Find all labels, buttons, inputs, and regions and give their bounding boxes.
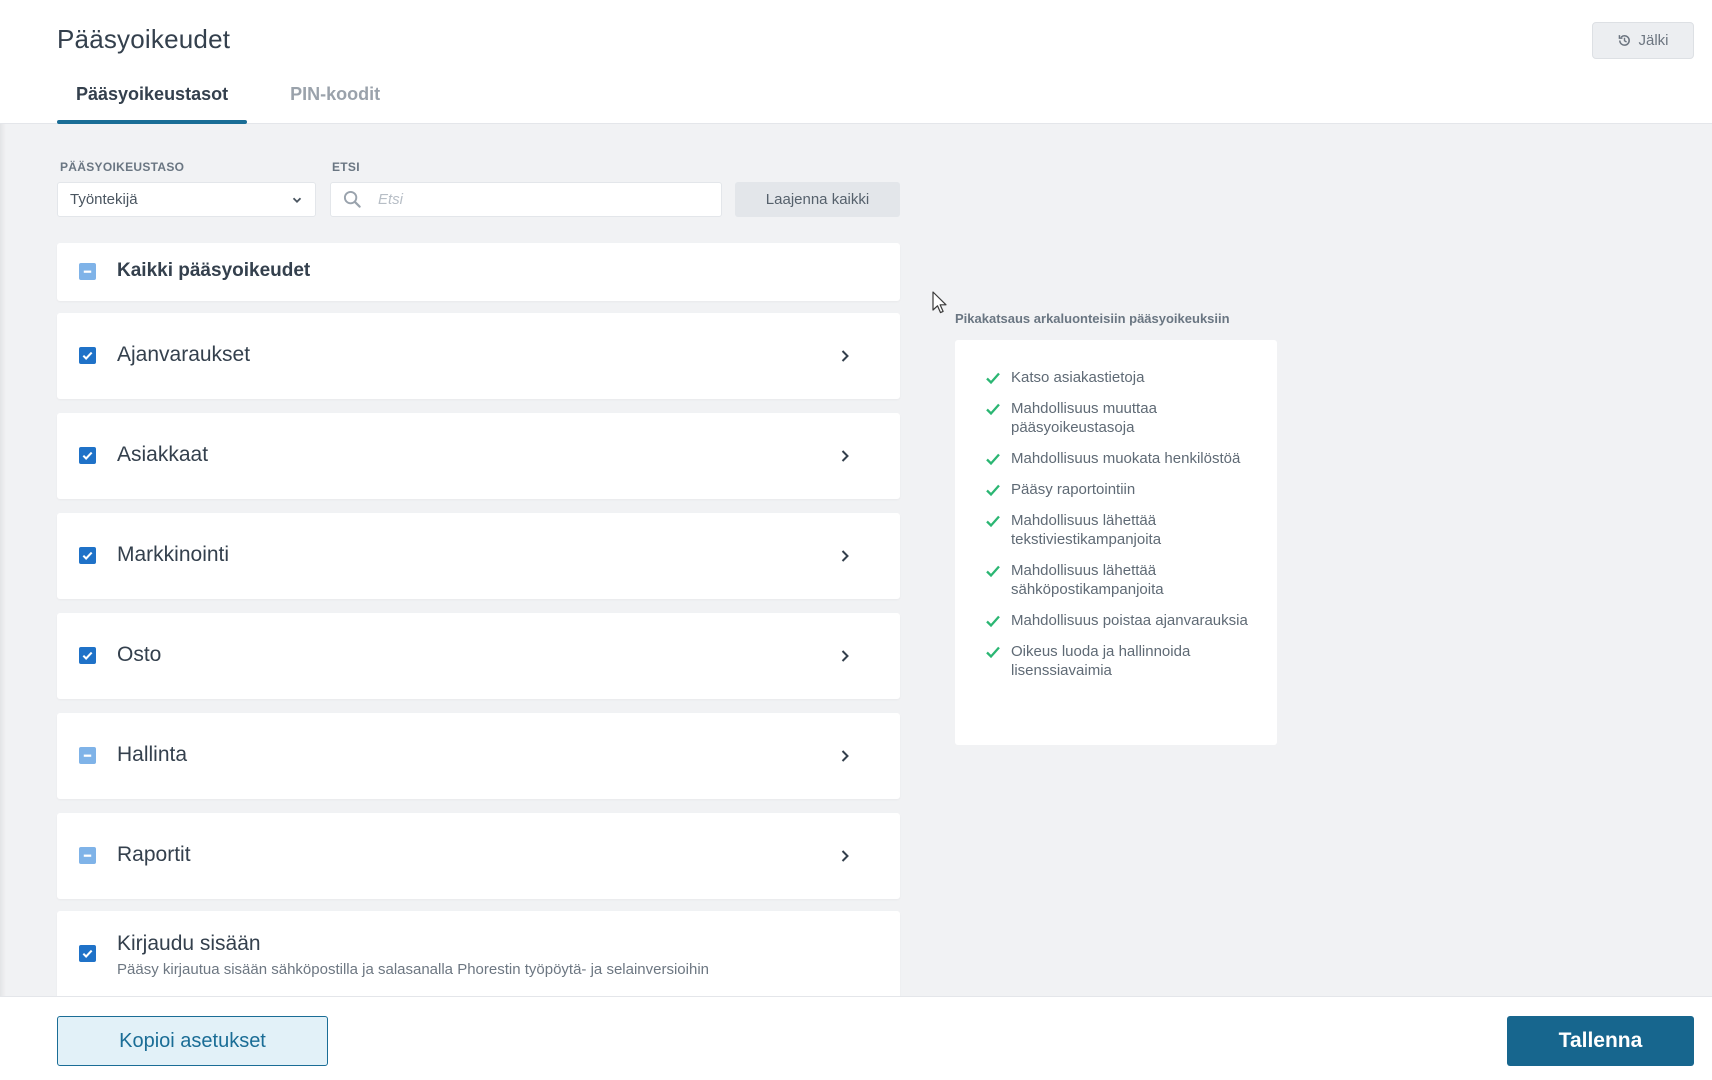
chevron-right-icon[interactable]: [838, 649, 852, 663]
all-permissions-label: Kaikki pääsyoikeudet: [117, 260, 311, 281]
overview-item: Pääsy raportointiin: [985, 480, 1249, 499]
overview-item: Katso asiakastietoja: [985, 368, 1249, 387]
checkbox-checked-icon[interactable]: [79, 547, 96, 564]
check-icon: [986, 372, 1000, 385]
overview-item-text: Katso asiakastietoja: [1011, 369, 1145, 386]
search-box: [330, 182, 722, 217]
all-permissions-row[interactable]: Kaikki pääsyoikeudet: [57, 243, 900, 301]
permission-group-row[interactable]: Asiakkaat: [57, 413, 900, 499]
overview-item-text: Mahdollisuus poistaa ajanvarauksia: [1011, 612, 1248, 629]
permission-group-label: Ajanvaraukset: [117, 343, 251, 366]
checkbox-checked-icon[interactable]: [79, 447, 96, 464]
overview-item-text: Pääsy raportointiin: [1011, 481, 1136, 498]
history-button[interactable]: Jälki: [1592, 22, 1694, 59]
mouse-cursor-icon: [932, 291, 947, 314]
permission-group-row[interactable]: Hallinta: [57, 713, 900, 799]
permission-group-label: Raportit: [117, 843, 191, 866]
save-button[interactable]: Tallenna: [1507, 1016, 1694, 1066]
copy-settings-button[interactable]: Kopioi asetukset: [57, 1016, 328, 1066]
search-label: ETSI: [332, 160, 360, 174]
permission-group-row[interactable]: Osto: [57, 613, 900, 699]
history-label: Jälki: [1638, 32, 1669, 49]
permission-group-row[interactable]: Ajanvaraukset: [57, 313, 900, 399]
access-level-label: PÄÄSYOIKEUSTASO: [60, 160, 185, 174]
check-icon: [986, 615, 1000, 628]
overview-item: Mahdollisuus lähettää tekstiviestikampan…: [985, 511, 1249, 549]
chevron-down-icon: [292, 197, 302, 203]
login-permission-description: Pääsy kirjautua sisään sähköpostilla ja …: [117, 961, 709, 978]
checkbox-partial-icon[interactable]: [79, 847, 96, 864]
expand-all-button[interactable]: Laajenna kaikki: [735, 182, 900, 217]
checkbox-checked-icon[interactable]: [79, 945, 96, 962]
permission-group-label: Markkinointi: [117, 543, 230, 566]
check-icon: [986, 484, 1000, 497]
history-icon: [1619, 35, 1631, 46]
permission-group-row[interactable]: Markkinointi: [57, 513, 900, 599]
tab-pin-codes[interactable]: PIN-koodit: [271, 84, 399, 124]
overview-item-text: Mahdollisuus lähettää tekstiviestikampan…: [1011, 512, 1162, 548]
tab-access-levels[interactable]: Pääsyoikeustasot: [57, 84, 248, 124]
check-icon: [986, 453, 1000, 466]
check-icon: [986, 403, 1000, 416]
chevron-right-icon[interactable]: [838, 549, 852, 563]
overview-item-text: Mahdollisuus muuttaa pääsyoikeustasoja: [1011, 400, 1157, 436]
check-icon: [986, 646, 1000, 659]
access-level-select[interactable]: Työntekijä: [57, 182, 316, 217]
login-permission-label: Kirjaudu sisään: [117, 932, 261, 955]
search-icon: [343, 190, 361, 208]
page-header: Pääsyoikeudet Jälki Pääsyoikeustasot PIN…: [0, 0, 1712, 124]
checkbox-checked-icon[interactable]: [79, 347, 96, 364]
overview-item: Mahdollisuus muokata henkilöstöä: [985, 449, 1249, 468]
permission-group-row[interactable]: Raportit: [57, 813, 900, 899]
permission-group-label: Asiakkaat: [117, 443, 209, 466]
login-permission-row[interactable]: Kirjaudu sisään Pääsy kirjautua sisään s…: [57, 911, 900, 1000]
page-title: Pääsyoikeudet: [57, 24, 231, 54]
checkbox-checked-icon[interactable]: [79, 647, 96, 664]
overview-item-text: Mahdollisuus muokata henkilöstöä: [1011, 450, 1241, 467]
chevron-right-icon[interactable]: [838, 349, 852, 363]
page-footer: Kopioi asetukset Tallenna: [0, 996, 1712, 1080]
check-icon: [986, 515, 1000, 528]
permission-group-label: Osto: [117, 643, 162, 666]
chevron-right-icon[interactable]: [838, 749, 852, 763]
overview-item: Mahdollisuus muuttaa pääsyoikeustasoja: [985, 399, 1249, 437]
overview-item: Oikeus luoda ja hallinnoida lisenssiavai…: [985, 642, 1249, 680]
chevron-right-icon[interactable]: [838, 849, 852, 863]
checkbox-partial-icon[interactable]: [79, 263, 96, 280]
overview-title: Pikakatsaus arkaluonteisiin pääsyoikeuks…: [955, 311, 1230, 326]
checkbox-partial-icon[interactable]: [79, 747, 96, 764]
permission-group-label: Hallinta: [117, 743, 188, 766]
overview-item-text: Oikeus luoda ja hallinnoida lisenssiavai…: [1011, 643, 1191, 679]
overview-item-text: Mahdollisuus lähettää sähköpostikampanjo…: [1011, 562, 1164, 598]
edge-shadow: [0, 0, 6, 1080]
tab-bar: Pääsyoikeustasot PIN-koodit: [57, 84, 399, 124]
sensitive-permissions-overview: Katso asiakastietoja Mahdollisuus muutta…: [955, 340, 1277, 745]
search-input[interactable]: [378, 191, 698, 208]
chevron-right-icon[interactable]: [838, 449, 852, 463]
access-level-value: Työntekijä: [70, 191, 138, 208]
check-icon: [986, 565, 1000, 578]
overview-item: Mahdollisuus poistaa ajanvarauksia: [985, 611, 1249, 630]
overview-item: Mahdollisuus lähettää sähköpostikampanjo…: [985, 561, 1249, 599]
